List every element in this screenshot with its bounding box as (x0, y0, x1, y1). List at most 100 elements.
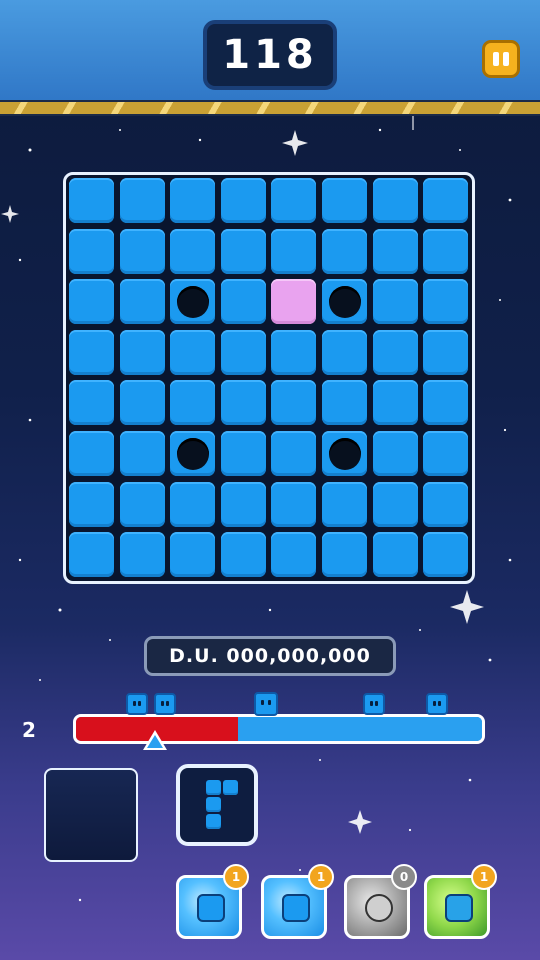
board-cell[interactable] (170, 329, 216, 375)
empty-piece-slot[interactable] (44, 768, 138, 862)
stone-monster-icon (365, 894, 393, 922)
board-cell[interactable] (372, 431, 418, 476)
board-cell[interactable] (69, 279, 114, 325)
board-cell[interactable] (220, 228, 266, 274)
board-cell[interactable] (170, 178, 216, 223)
gold-divider (0, 100, 540, 116)
board-cell[interactable] (220, 481, 266, 527)
board-cell[interactable] (170, 431, 216, 476)
board-cell[interactable] (372, 380, 418, 426)
block-character-icon (426, 693, 448, 715)
board-cell[interactable] (322, 380, 367, 426)
powerup-count-badge: 1 (223, 864, 249, 890)
freeze-blocks-powerup[interactable]: 1 (261, 864, 334, 939)
t-piece-icon (206, 780, 221, 795)
block-swarm-powerup[interactable]: 1 (424, 864, 497, 939)
t-piece-cell (223, 780, 238, 795)
board-cell[interactable] (372, 228, 418, 274)
board-cell[interactable] (271, 329, 317, 375)
board-cell[interactable] (322, 431, 367, 476)
board-cell-highlighted[interactable] (271, 279, 317, 325)
blob-character-icon (254, 692, 278, 716)
hole-icon (177, 438, 210, 470)
score-display: 118 (203, 20, 337, 90)
hole-icon (329, 438, 361, 470)
board-cell[interactable] (119, 228, 165, 274)
board-cell[interactable] (69, 380, 114, 426)
level-number: 2 (22, 718, 36, 742)
board-cell[interactable] (69, 228, 114, 274)
board-cell[interactable] (372, 279, 418, 325)
board-cell[interactable] (271, 178, 317, 223)
board-cell[interactable] (372, 481, 418, 527)
board-cell[interactable] (69, 329, 114, 375)
board-cell[interactable] (170, 279, 216, 325)
pause-icon (493, 52, 499, 66)
progress-marker-icon (143, 730, 167, 750)
powerup-count-badge: 1 (308, 864, 334, 890)
board-cell[interactable] (423, 279, 469, 325)
board-cell[interactable] (423, 431, 469, 476)
block-character-icon (363, 693, 385, 715)
board-cell[interactable] (322, 279, 367, 325)
board-cell[interactable] (423, 380, 469, 426)
board-cell[interactable] (423, 532, 469, 578)
board-cell[interactable] (119, 481, 165, 527)
board-cell[interactable] (119, 329, 165, 375)
hole-icon (177, 286, 210, 319)
board-cell[interactable] (69, 481, 114, 527)
hole-icon (329, 286, 361, 319)
level-progress-bar (73, 714, 485, 744)
score-value: 118 (222, 32, 318, 78)
board-cell[interactable] (372, 532, 418, 578)
board-cell[interactable] (69, 532, 114, 578)
board-cell[interactable] (170, 380, 216, 426)
game-board[interactable] (63, 172, 475, 584)
ice-cube-powerup[interactable]: 1 (176, 864, 249, 939)
board-cell[interactable] (220, 532, 266, 578)
ice-cluster-icon (282, 894, 310, 922)
board-cell[interactable] (69, 178, 114, 223)
board-cell[interactable] (220, 178, 266, 223)
board-cell[interactable] (69, 431, 114, 476)
t-piece-cell (206, 797, 221, 812)
board-cell[interactable] (322, 228, 367, 274)
board-cell[interactable] (372, 329, 418, 375)
board-cell[interactable] (220, 380, 266, 426)
block-swarm-icon (445, 894, 473, 922)
distance-label: D.U. 000,000,000 (169, 645, 371, 667)
board-cell[interactable] (119, 279, 165, 325)
board-cell[interactable] (119, 178, 165, 223)
board-cell[interactable] (170, 532, 216, 578)
board-cell[interactable] (423, 481, 469, 527)
board-cell[interactable] (119, 532, 165, 578)
board-cell[interactable] (271, 380, 317, 426)
t-piece-cell (206, 814, 221, 829)
board-cell[interactable] (423, 228, 469, 274)
board-cell[interactable] (322, 481, 367, 527)
board-cell[interactable] (271, 431, 317, 476)
board-cell[interactable] (271, 481, 317, 527)
board-cell[interactable] (170, 228, 216, 274)
progress-remaining (238, 717, 482, 741)
board-cell[interactable] (271, 228, 317, 274)
board-cell[interactable] (119, 380, 165, 426)
board-cell[interactable] (322, 178, 367, 223)
pause-icon-bar (503, 52, 509, 66)
board-cell[interactable] (220, 279, 266, 325)
block-character-icon (154, 693, 176, 715)
board-cell[interactable] (423, 329, 469, 375)
board-cell[interactable] (220, 329, 266, 375)
powerup-count-badge: 1 (471, 864, 497, 890)
board-cell[interactable] (119, 431, 165, 476)
next-piece-slot[interactable] (176, 764, 258, 846)
board-cell[interactable] (322, 329, 367, 375)
board-cell[interactable] (170, 481, 216, 527)
stone-monster-powerup[interactable]: 0 (344, 864, 417, 939)
pause-button[interactable] (482, 40, 520, 78)
board-cell[interactable] (271, 532, 317, 578)
board-cell[interactable] (322, 532, 367, 578)
board-cell[interactable] (423, 178, 469, 223)
board-cell[interactable] (372, 178, 418, 223)
board-cell[interactable] (220, 431, 266, 476)
